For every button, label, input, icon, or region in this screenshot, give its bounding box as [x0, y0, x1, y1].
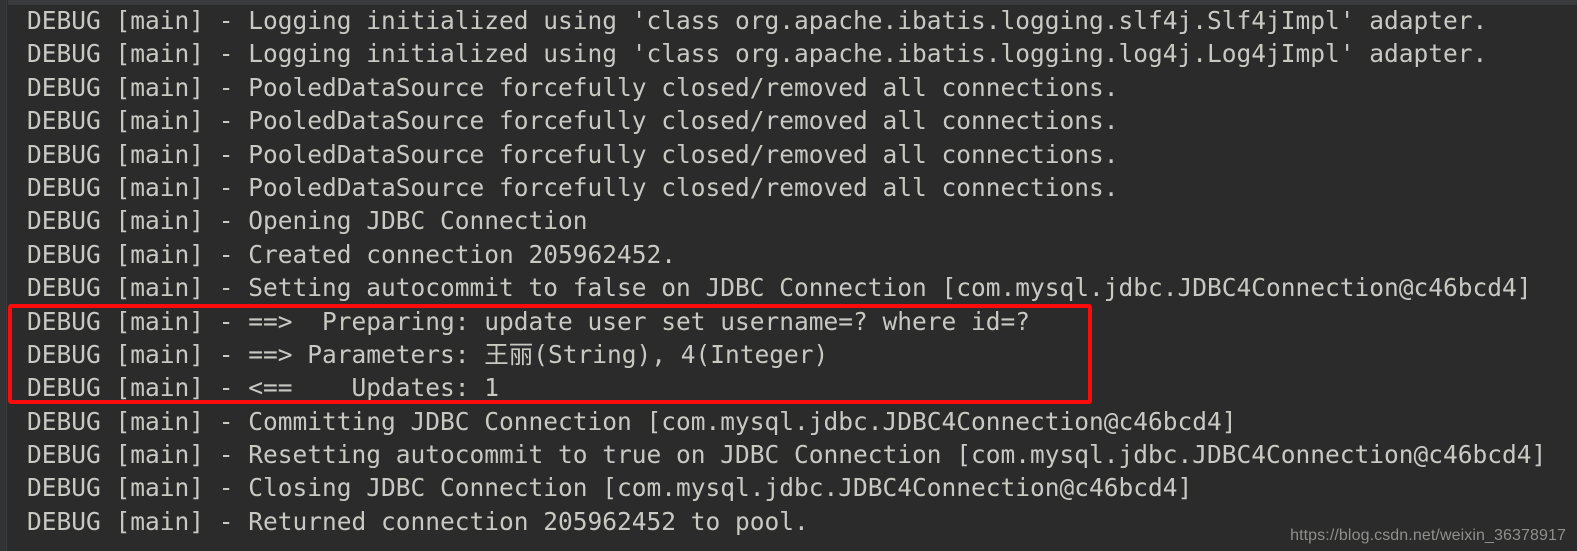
log-line: DEBUG [main] - Resetting autocommit to t…: [27, 440, 1547, 470]
log-line: DEBUG [main] - PooledDataSource forceful…: [27, 139, 1119, 169]
log-line-list[interactable]: DEBUG [main] - Logging initialized using…: [0, 4, 1577, 538]
log-line: DEBUG [main] - Created connection 205962…: [27, 239, 677, 269]
log-line: DEBUG [main] - Logging initialized using…: [27, 39, 1488, 69]
log-line: DEBUG [main] - Logging initialized using…: [27, 6, 1488, 35]
log-line: DEBUG [main] - PooledDataSource forceful…: [27, 172, 1119, 202]
log-line: DEBUG [main] - PooledDataSource forceful…: [27, 72, 1119, 102]
log-line: DEBUG [main] - Committing JDBC Connectio…: [27, 406, 1237, 436]
log-line: DEBUG [main] - Opening JDBC Connection: [27, 206, 588, 236]
log-line: DEBUG [main] - Closing JDBC Connection […: [27, 473, 1193, 503]
watermark-text: https://blog.csdn.net/weixin_36378917: [1290, 527, 1566, 544]
console-log-panel: DEBUG [main] - Logging initialized using…: [0, 0, 1577, 551]
log-line-sql-preparing: DEBUG [main] - ==> Preparing: update use…: [27, 306, 1031, 336]
log-line-sql-updates: DEBUG [main] - <== Updates: 1: [27, 373, 500, 403]
log-line: DEBUG [main] - Setting autocommit to fal…: [27, 273, 1532, 303]
log-line: DEBUG [main] - PooledDataSource forceful…: [27, 106, 1119, 136]
log-line-sql-parameters: DEBUG [main] - ==> Parameters: 王丽(String…: [27, 339, 829, 369]
